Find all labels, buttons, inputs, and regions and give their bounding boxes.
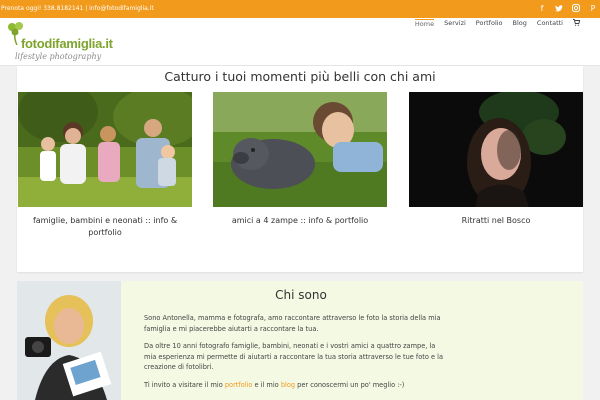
photographer-portrait bbox=[17, 281, 121, 400]
about-title: Chi sono bbox=[275, 288, 327, 302]
main-nav: Home Servizi Portfolio Blog Contatti bbox=[414, 19, 581, 28]
about-text-fragment: e il mio bbox=[252, 380, 281, 389]
instagram-icon[interactable] bbox=[571, 3, 581, 13]
cart-icon[interactable] bbox=[573, 19, 581, 28]
nav-item-portfolio[interactable]: Portfolio bbox=[476, 19, 503, 28]
site-logo[interactable]: fotodifamiglia.it lifestyle photography bbox=[6, 21, 116, 65]
social-links: f P bbox=[537, 3, 598, 13]
logo-tagline: lifestyle photography bbox=[15, 52, 102, 61]
top-bar: Prenota oggi! 338.8182141 | info@fotodif… bbox=[0, 0, 600, 18]
about-paragraph: Da oltre 10 anni fotografo famiglie, bam… bbox=[144, 342, 444, 371]
gallery-caption[interactable]: amici a 4 zampe :: info & portfolio bbox=[213, 215, 387, 227]
blog-link[interactable]: blog bbox=[281, 381, 295, 389]
facebook-icon[interactable]: f bbox=[537, 3, 547, 13]
about-text-fragment: Ti invito a visitare il mio bbox=[144, 380, 225, 389]
about-paragraph: Ti invito a visitare il mio portfolio e … bbox=[144, 380, 444, 391]
gallery-card-animali[interactable]: amici a 4 zampe :: info & portfolio bbox=[213, 92, 387, 227]
nav-item-servizi[interactable]: Servizi bbox=[444, 19, 466, 28]
forest-portrait-photo[interactable] bbox=[409, 92, 583, 207]
about-text-fragment: per conoscermi un po' meglio :-) bbox=[295, 380, 405, 389]
about-text: Sono Antonella, mamma e fotografa, amo r… bbox=[144, 313, 444, 397]
gallery-title: Catturo i tuoi momenti più belli con chi… bbox=[164, 69, 436, 84]
gallery-card-famiglie[interactable]: famiglie, bambini e neonati :: info & po… bbox=[18, 92, 192, 239]
twitter-icon[interactable] bbox=[554, 3, 564, 13]
nav-item-home[interactable]: Home bbox=[414, 19, 435, 28]
contact-info[interactable]: Prenota oggi! 338.8182141 | info@fotodif… bbox=[1, 5, 154, 12]
about-paragraph: Sono Antonella, mamma e fotografa, amo r… bbox=[144, 314, 441, 333]
pinterest-icon[interactable]: P bbox=[588, 3, 598, 13]
portfolio-link[interactable]: portfolio bbox=[225, 381, 253, 389]
nav-item-contatti[interactable]: Contatti bbox=[537, 19, 563, 28]
gallery-card-ritratti[interactable]: Ritratti nel Bosco bbox=[409, 92, 583, 227]
gallery-caption[interactable]: famiglie, bambini e neonati :: info & po… bbox=[18, 215, 192, 239]
nav-item-blog[interactable]: Blog bbox=[513, 19, 527, 28]
about-section: Chi sono Sono Antonella, mamma e fotogra… bbox=[17, 281, 583, 400]
site-header: fotodifamiglia.it lifestyle photography … bbox=[0, 18, 600, 66]
gallery-caption[interactable]: Ritratti nel Bosco bbox=[409, 215, 583, 227]
gallery-section: Catturo i tuoi momenti più belli con chi… bbox=[17, 66, 583, 272]
family-photo[interactable] bbox=[18, 92, 192, 207]
logo-text: fotodifamiglia.it bbox=[21, 36, 113, 51]
dog-photo[interactable] bbox=[213, 92, 387, 207]
